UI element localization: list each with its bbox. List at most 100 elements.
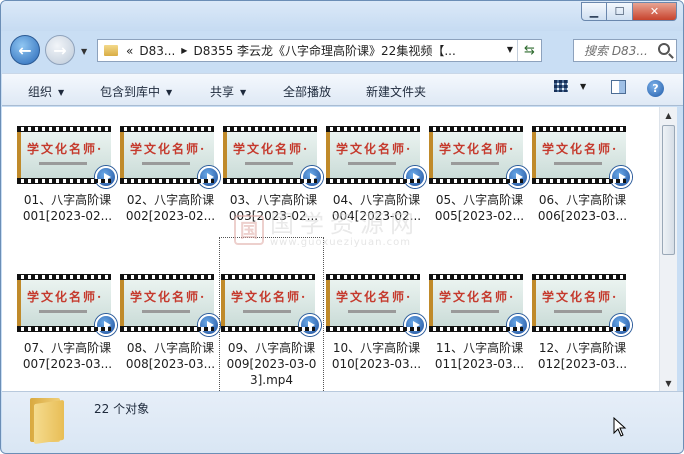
explorer-window: ▁ ☐ ✕ ← → ▼ « D83... ▶ D8355 李云龙《八字命理高阶课…	[0, 0, 684, 454]
caption-buttons: ▁ ☐ ✕	[581, 2, 677, 21]
details-pane: 22 个对象	[2, 391, 683, 453]
chevron-down-icon: ▼	[580, 81, 587, 91]
share-button[interactable]: 共享 ▼	[210, 83, 246, 100]
help-button[interactable]: ?	[647, 80, 664, 97]
media-play-icon	[198, 166, 220, 188]
chevron-down-icon: ▼	[58, 88, 65, 97]
close-button[interactable]: ✕	[633, 2, 677, 21]
breadcrumb-item[interactable]: D8355 李云龙《八字命理高阶课》22集视频【...	[193, 42, 455, 59]
recent-pages-dropdown[interactable]: ▼	[81, 47, 87, 56]
media-play-icon	[95, 166, 117, 188]
video-thumbnail: 学文化名师·	[120, 274, 220, 336]
media-play-icon	[507, 166, 529, 188]
organize-label: 组织	[28, 85, 53, 99]
search-input[interactable]: 搜索 D83...	[584, 42, 652, 59]
file-name: 02、八字高阶课 002[2023-02...	[125, 193, 216, 223]
file-item[interactable]: 学文化名师· 11、八字高阶课 011[2023-03...	[428, 274, 531, 372]
file-item[interactable]: 学文化名师· 04、八字高阶课 004[2023-02...	[325, 126, 428, 224]
video-thumbnail: 学文化名师·	[532, 274, 632, 336]
address-dropdown-icon[interactable]: ▼	[507, 45, 513, 54]
media-play-icon	[610, 166, 632, 188]
search-box[interactable]: 搜索 D83...	[573, 39, 677, 62]
thumbnail-title: 学文化名师·	[542, 142, 619, 156]
media-play-icon	[301, 166, 323, 188]
video-thumbnail: 学文化名师·	[120, 126, 220, 188]
file-name: 05、八字高阶课 005[2023-02...	[434, 193, 525, 223]
maximize-icon: ☐	[614, 5, 625, 18]
view-grid-icon	[554, 80, 568, 92]
file-name: 04、八字高阶课 004[2023-02...	[331, 193, 422, 223]
file-name: 10、八字高阶课 010[2023-03...	[331, 341, 422, 371]
navigation-row: ← → ▼ « D83... ▶ D8355 李云龙《八字命理高阶课》22集视频…	[1, 31, 683, 71]
breadcrumb-item[interactable]: D83...	[139, 44, 175, 58]
command-bar: 组织 ▼ 包含到库中 ▼ 共享 ▼ 全部播放 新建文件夹 ▼ ?	[2, 73, 683, 106]
video-thumbnail: 学文化名师·	[17, 126, 117, 188]
minimize-icon: ▁	[589, 5, 599, 18]
folder-icon	[28, 398, 66, 445]
scroll-up-button[interactable]: ▲	[660, 107, 677, 123]
vertical-scrollbar[interactable]: ▲ ▼	[659, 107, 677, 391]
maximize-button[interactable]: ☐	[607, 2, 633, 21]
chevron-down-icon: ▼	[166, 88, 173, 97]
media-play-icon	[198, 314, 220, 336]
file-item[interactable]: 学文化名师· 07、八字高阶课 007[2023-03...	[16, 274, 119, 372]
thumbnail-title: 学文化名师·	[542, 290, 619, 304]
file-list[interactable]: 学文化名师· 01、八字高阶课 001[2023-02... 学文化名师· 02、…	[2, 107, 659, 391]
thumbnail-title: 学文化名师·	[336, 290, 413, 304]
file-name: 03、八字高阶课 003[2023-02...	[228, 193, 319, 223]
file-item[interactable]: 学文化名师· 06、八字高阶课 006[2023-03...	[531, 126, 634, 224]
file-name: 09、八字高阶课 009[2023-03-0 3].mp4	[226, 341, 317, 387]
file-name: 11、八字高阶课 011[2023-03...	[434, 341, 525, 371]
thumbnail-title: 学文化名师·	[130, 142, 207, 156]
refresh-button[interactable]: ⇆	[517, 40, 541, 61]
forward-arrow-icon: →	[53, 40, 67, 60]
address-bar[interactable]: « D83... ▶ D8355 李云龙《八字命理高阶课》22集视频【... ▼…	[97, 39, 542, 62]
file-item[interactable]: 学文化名师· 10、八字高阶课 010[2023-03...	[325, 274, 428, 372]
thumbnail-title: 学文化名师·	[130, 290, 207, 304]
breadcrumb-chevron-icon[interactable]: ▶	[181, 46, 187, 55]
preview-pane-button[interactable]	[611, 80, 626, 94]
thumbnail-title: 学文化名师·	[439, 290, 516, 304]
organize-button[interactable]: 组织 ▼	[28, 83, 64, 100]
thumbnail-title: 学文化名师·	[439, 142, 516, 156]
file-item[interactable]: 学文化名师· 02、八字高阶课 002[2023-02...	[119, 126, 222, 224]
media-play-icon	[507, 314, 529, 336]
minimize-button[interactable]: ▁	[581, 2, 607, 21]
scrollbar-thumb[interactable]	[662, 125, 675, 255]
play-all-button[interactable]: 全部播放	[283, 83, 331, 100]
file-name: 12、八字高阶课 012[2023-03...	[537, 341, 628, 371]
view-options-button[interactable]: ▼	[554, 80, 586, 92]
video-thumbnail: 学文化名师·	[223, 126, 323, 188]
forward-button[interactable]: →	[45, 35, 75, 65]
chevron-down-icon: ▼	[240, 88, 247, 97]
file-item[interactable]: 学文化名师· 01、八字高阶课 001[2023-02...	[16, 126, 119, 224]
media-play-icon	[95, 314, 117, 336]
address-overflow[interactable]: «	[126, 44, 133, 58]
include-in-library-button[interactable]: 包含到库中 ▼	[100, 83, 172, 100]
video-thumbnail: 学文化名师·	[429, 126, 529, 188]
file-item-focused[interactable]: 学文化名师· 09、八字高阶课 009[2023-03-0 3].mp4	[219, 237, 324, 391]
help-icon: ?	[647, 80, 664, 97]
video-thumbnail: 学文化名师·	[326, 126, 426, 188]
media-play-icon	[299, 314, 321, 336]
file-name: 08、八字高阶课 008[2023-03...	[125, 341, 216, 371]
scroll-down-button[interactable]: ▼	[660, 375, 677, 391]
refresh-icon: ⇆	[524, 43, 535, 58]
file-item[interactable]: 学文化名师· 05、八字高阶课 005[2023-02...	[428, 126, 531, 224]
media-play-icon	[610, 314, 632, 336]
file-name: 01、八字高阶课 001[2023-02...	[22, 193, 113, 223]
folder-icon	[104, 45, 118, 56]
new-folder-button[interactable]: 新建文件夹	[366, 83, 426, 100]
file-item[interactable]: 学文化名师· 03、八字高阶课 003[2023-02...	[222, 126, 325, 224]
include-library-label: 包含到库中	[100, 85, 161, 99]
preview-pane-icon	[611, 80, 626, 94]
file-item[interactable]: 学文化名师· 08、八字高阶课 008[2023-03...	[119, 274, 222, 372]
file-name: 07、八字高阶课 007[2023-03...	[22, 341, 113, 371]
video-thumbnail: 学文化名师·	[17, 274, 117, 336]
mouse-cursor-icon	[613, 417, 627, 437]
thumbnail-title: 学文化名师·	[231, 290, 308, 304]
media-play-icon	[404, 166, 426, 188]
file-item[interactable]: 学文化名师· 12、八字高阶课 012[2023-03...	[531, 274, 634, 372]
back-button[interactable]: ←	[10, 35, 40, 65]
share-label: 共享	[210, 85, 235, 99]
